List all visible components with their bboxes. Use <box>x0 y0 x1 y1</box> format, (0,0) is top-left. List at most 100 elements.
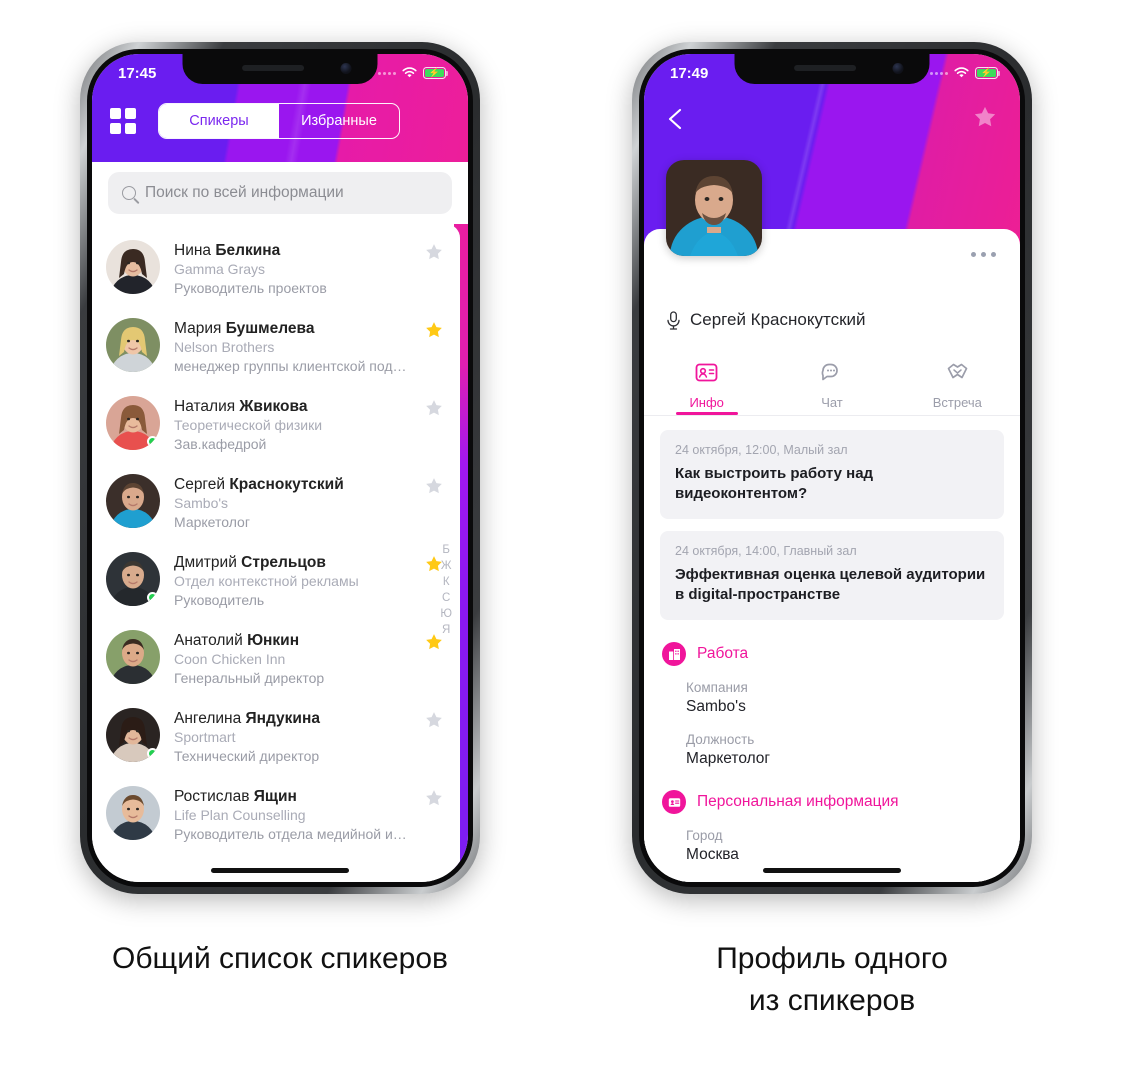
session-card[interactable]: 24 октября, 14:00, Главный зал Эффективна… <box>660 531 1004 620</box>
speaker-list-item[interactable]: Ростислав Ящин Life Plan Counselling Руков… <box>92 776 460 854</box>
avatar-photo <box>106 240 160 294</box>
favorite-star-icon[interactable] <box>424 710 444 730</box>
session-title: Как выстроить работу над видеоконтентом? <box>675 465 874 502</box>
online-status-dot <box>147 592 158 603</box>
signal-icon <box>378 71 396 75</box>
session-title: Эффективная оценка целевой аудитории в d… <box>675 566 986 603</box>
search-input[interactable]: Поиск по всей информации <box>108 172 452 214</box>
phone-bezel-right: 17:49 ⚡ Сергей Краснокутский Инфо Чат Вс… <box>639 49 1025 887</box>
speaker-name: Наталия Жвикова <box>174 397 410 416</box>
speaker-first-name: Нина <box>174 242 216 259</box>
speaker-first-name: Мария <box>174 320 226 337</box>
profile-tab-инфо[interactable]: Инфо <box>644 354 769 415</box>
microphone-icon <box>667 310 680 330</box>
profile-tab-чат[interactable]: Чат <box>769 354 894 415</box>
alphabet-index-letter[interactable]: С <box>442 592 450 604</box>
grid-menu-icon[interactable] <box>110 108 136 134</box>
avatar-photo <box>106 474 160 528</box>
speaker-last-name: Бушмелева <box>225 320 315 337</box>
speaker-info: Наталия Жвикова Теоретической физики Зав.к… <box>174 396 410 454</box>
speaker-name: Нина Белкина <box>174 241 410 260</box>
more-options-icon[interactable] <box>971 252 996 257</box>
speaker-info: Ростислав Ящин Life Plan Counselling Руков… <box>174 786 410 844</box>
favorite-star-icon[interactable] <box>424 476 444 496</box>
status-time-left: 17:45 <box>118 64 157 82</box>
profile-tab-встреча[interactable]: Встреча <box>895 354 1020 415</box>
alphabet-index[interactable]: БЖКСЮЯ <box>440 544 452 636</box>
speaker-list-item[interactable]: Мария Бушмелева Nelson Brothers менеджер г… <box>92 308 460 386</box>
profile-field-label: Компания <box>686 680 748 695</box>
speaker-position: Руководитель отдела медийной и… <box>174 826 407 842</box>
speaker-list-item[interactable]: Нина Белкина Gamma Grays Руководитель прое… <box>92 230 460 308</box>
tab-favorites[interactable]: Избранные <box>279 104 399 138</box>
avatar[interactable] <box>666 160 762 256</box>
battery-charging-icon: ⚡ <box>423 67 449 79</box>
online-status-dot <box>147 436 158 447</box>
favorite-star-icon[interactable] <box>424 320 444 340</box>
id-card-icon <box>694 360 719 390</box>
alphabet-index-letter[interactable]: Б <box>442 544 450 556</box>
wifi-icon <box>954 67 969 78</box>
segmented-control[interactable]: Спикеры Избранные <box>158 103 400 139</box>
chat-bubble-icon <box>819 360 844 390</box>
speaker-company: Sambo's <box>174 495 229 511</box>
speaker-company: Gamma Grays <box>174 261 266 277</box>
alphabet-index-letter[interactable]: Ж <box>441 560 452 572</box>
speaker-first-name: Сергей <box>174 476 230 493</box>
speaker-last-name: Яндукина <box>245 710 320 727</box>
status-time-right: 17:49 <box>670 64 709 82</box>
speaker-list-item[interactable]: Сергей Краснокутский Sambo's Маркетолог <box>92 464 460 542</box>
speaker-last-name: Жвикова <box>239 398 308 415</box>
profile-tabs[interactable]: Инфо Чат Встреча <box>644 354 1020 416</box>
tab-speakers[interactable]: Спикеры <box>159 104 279 138</box>
speaker-position: Технический директор <box>174 748 320 764</box>
alphabet-index-letter[interactable]: К <box>443 576 450 588</box>
favorite-star-icon[interactable] <box>424 788 444 808</box>
session-card[interactable]: 24 октября, 12:00, Малый зал Как выстроит… <box>660 430 1004 519</box>
speaker-first-name: Анатолий <box>174 632 248 649</box>
caption-left: Общий список спикеров <box>112 942 448 975</box>
speaker-name: Дмитрий Стрельцов <box>174 553 410 572</box>
speaker-list-item[interactable]: Анатолий Юнкин Coon Chicken Inn Генеральны… <box>92 620 460 698</box>
star-icon[interactable] <box>972 104 998 130</box>
speaker-last-name: Юнкин <box>247 632 300 649</box>
speaker-name: Мария Бушмелева <box>174 319 410 338</box>
id-badge-icon <box>662 790 686 814</box>
profile-field-value: Москва <box>686 846 739 863</box>
favorite-star-icon[interactable] <box>424 242 444 262</box>
speaker-position: Маркетолог <box>174 514 250 530</box>
speaker-info: Нина Белкина Gamma Grays Руководитель прое… <box>174 240 410 298</box>
speaker-list-item[interactable]: Дмитрий Стрельцов Отдел контекстной рекла… <box>92 542 460 620</box>
speaker-name: Сергей Краснокутский <box>174 475 410 494</box>
avatar <box>106 786 160 840</box>
speaker-info: Мария Бушмелева Nelson Brothers менеджер г… <box>174 318 410 376</box>
caption-line: Профиль одного <box>716 942 948 975</box>
screen-speaker-profile: 17:49 ⚡ Сергей Краснокутский Инфо Чат Вс… <box>644 54 1020 882</box>
session-meta: 24 октября, 12:00, Малый зал <box>675 443 848 457</box>
status-indicators-right: ⚡ <box>930 67 1001 79</box>
avatar <box>106 630 160 684</box>
signal-icon <box>930 71 948 75</box>
wifi-icon <box>402 67 417 78</box>
speaker-company: Теоретической физики <box>174 417 323 433</box>
home-indicator-right[interactable] <box>763 868 901 873</box>
speaker-list[interactable]: Нина Белкина Gamma Grays Руководитель прое… <box>92 224 460 882</box>
back-arrow-icon[interactable] <box>664 106 690 132</box>
profile-section-header: Работа <box>662 642 1004 666</box>
building-icon <box>662 642 686 666</box>
favorite-star-icon[interactable] <box>424 398 444 418</box>
speaker-position: Руководитель проектов <box>174 280 327 296</box>
caption-line: из спикеров <box>748 984 916 1017</box>
home-indicator-left[interactable] <box>211 868 349 873</box>
speaker-list-item[interactable]: Наталия Жвикова Теоретической физики Зав.к… <box>92 386 460 464</box>
alphabet-index-letter[interactable]: Ю <box>440 608 452 620</box>
speaker-first-name: Ангелина <box>174 710 246 727</box>
alphabet-index-letter[interactable]: Я <box>442 624 450 636</box>
speaker-list-item[interactable]: Ангелина Яндукина Sportmart Технический ди… <box>92 698 460 776</box>
avatar <box>106 474 160 528</box>
screen-speaker-list: 17:45 ⚡ Спикеры Избранные Поиск по всей … <box>92 54 468 882</box>
profile-tab-label: Встреча <box>932 394 982 410</box>
profile-tab-label: Чат <box>821 394 843 410</box>
profile-field: Город Москва <box>686 828 1004 864</box>
speaker-last-name: Стрельцов <box>241 554 326 571</box>
